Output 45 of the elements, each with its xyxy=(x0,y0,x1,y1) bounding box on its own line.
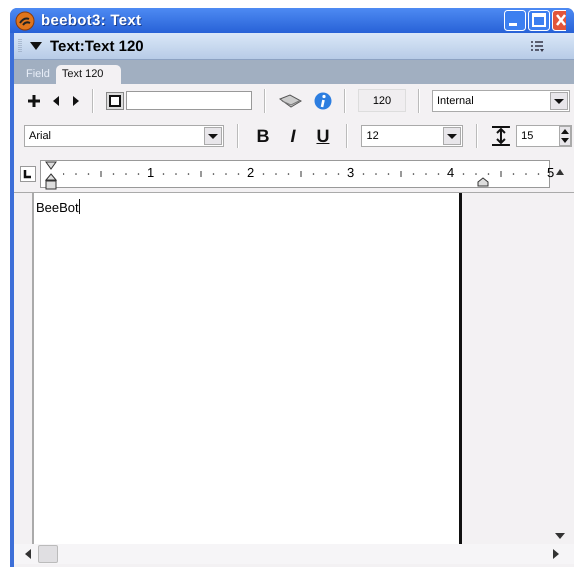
scroll-right-icon[interactable] xyxy=(552,549,560,559)
spinner-arrows-icon[interactable] xyxy=(559,126,571,146)
name-field[interactable] xyxy=(126,91,252,110)
tab[interactable]: Text 120 xyxy=(56,65,122,84)
collapse-triangle-icon[interactable] xyxy=(30,41,42,51)
close-icon[interactable] xyxy=(552,10,566,31)
maximize-icon[interactable] xyxy=(528,10,550,31)
scroll-left-icon[interactable] xyxy=(24,549,32,559)
scroll-thumb[interactable] xyxy=(38,545,58,563)
horizontal-scrollbar[interactable] xyxy=(14,544,574,564)
spinner-value: 15 xyxy=(521,130,534,142)
minimize-icon[interactable] xyxy=(504,10,526,31)
scroll-down-icon[interactable] xyxy=(555,532,565,540)
tab-stop-type-icon[interactable] xyxy=(20,166,36,182)
member-number: 120 xyxy=(358,89,406,112)
ruler-number: 4 xyxy=(447,164,454,180)
right-margin-marker-icon[interactable] xyxy=(477,176,489,186)
ruler-number: 1 xyxy=(147,164,154,180)
size-dropdown[interactable]: 12 xyxy=(361,125,464,147)
font-dropdown[interactable]: Arial xyxy=(24,125,224,147)
indent-marker-icon[interactable] xyxy=(45,160,57,190)
bold-button[interactable]: B xyxy=(252,126,274,146)
document-text[interactable]: BeeBot xyxy=(36,200,79,215)
panel-title: Text:Text 120 xyxy=(50,38,145,54)
dropdown-value: 12 xyxy=(366,130,379,142)
italic-button[interactable]: I xyxy=(286,126,300,146)
line-spacing-field[interactable]: 15 xyxy=(516,125,572,147)
info-icon[interactable] xyxy=(314,92,332,110)
storage-dropdown[interactable]: Internal xyxy=(432,90,570,112)
options-menu-icon[interactable] xyxy=(530,40,544,52)
line-spacing-icon xyxy=(491,126,512,146)
ruler-number: 3 xyxy=(347,164,354,180)
dropdown-value: Internal xyxy=(437,94,474,106)
ruler-number: 5 xyxy=(547,164,554,180)
dropdown-value: Arial xyxy=(29,130,52,142)
app-logo-icon xyxy=(15,10,35,30)
previous-icon[interactable] xyxy=(52,96,60,106)
text-cursor xyxy=(78,199,80,214)
add-icon[interactable] xyxy=(28,94,40,106)
box-icon[interactable] xyxy=(106,92,124,110)
window-title: beebot3: Text xyxy=(41,12,142,29)
ruler-number: 2 xyxy=(247,164,254,180)
grip-icon[interactable] xyxy=(18,38,22,54)
next-icon[interactable] xyxy=(72,96,80,106)
underline-button[interactable]: U xyxy=(312,126,334,146)
